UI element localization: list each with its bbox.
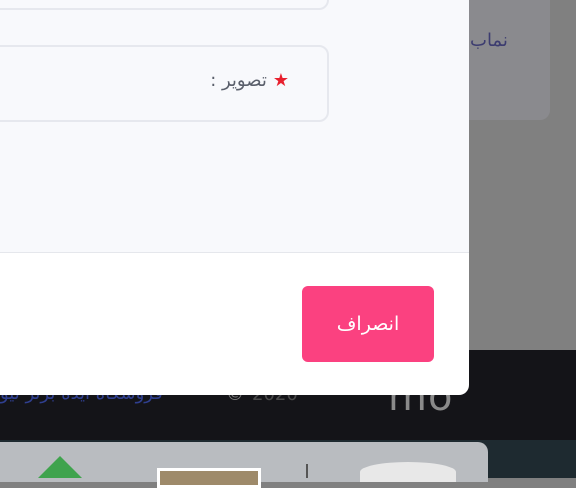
background-card-text: نماب bbox=[470, 30, 508, 51]
product-thumbnail bbox=[360, 462, 456, 482]
image-field[interactable]: ★ تصویر : bbox=[0, 45, 329, 122]
strip-divider bbox=[306, 464, 308, 478]
product-thumbnail bbox=[157, 468, 261, 488]
modal-body: ★ تصویر : bbox=[0, 0, 469, 253]
image-label-text: تصویر : bbox=[210, 70, 267, 91]
cancel-button[interactable]: انصراف bbox=[302, 286, 434, 362]
star-icon: ★ bbox=[272, 70, 289, 91]
modal-dialog: ★ تصویر : انصراف bbox=[0, 0, 469, 395]
previous-field[interactable] bbox=[0, 0, 329, 10]
image-field-label: ★ تصویر : bbox=[210, 70, 289, 91]
product-thumbnail bbox=[38, 456, 82, 478]
